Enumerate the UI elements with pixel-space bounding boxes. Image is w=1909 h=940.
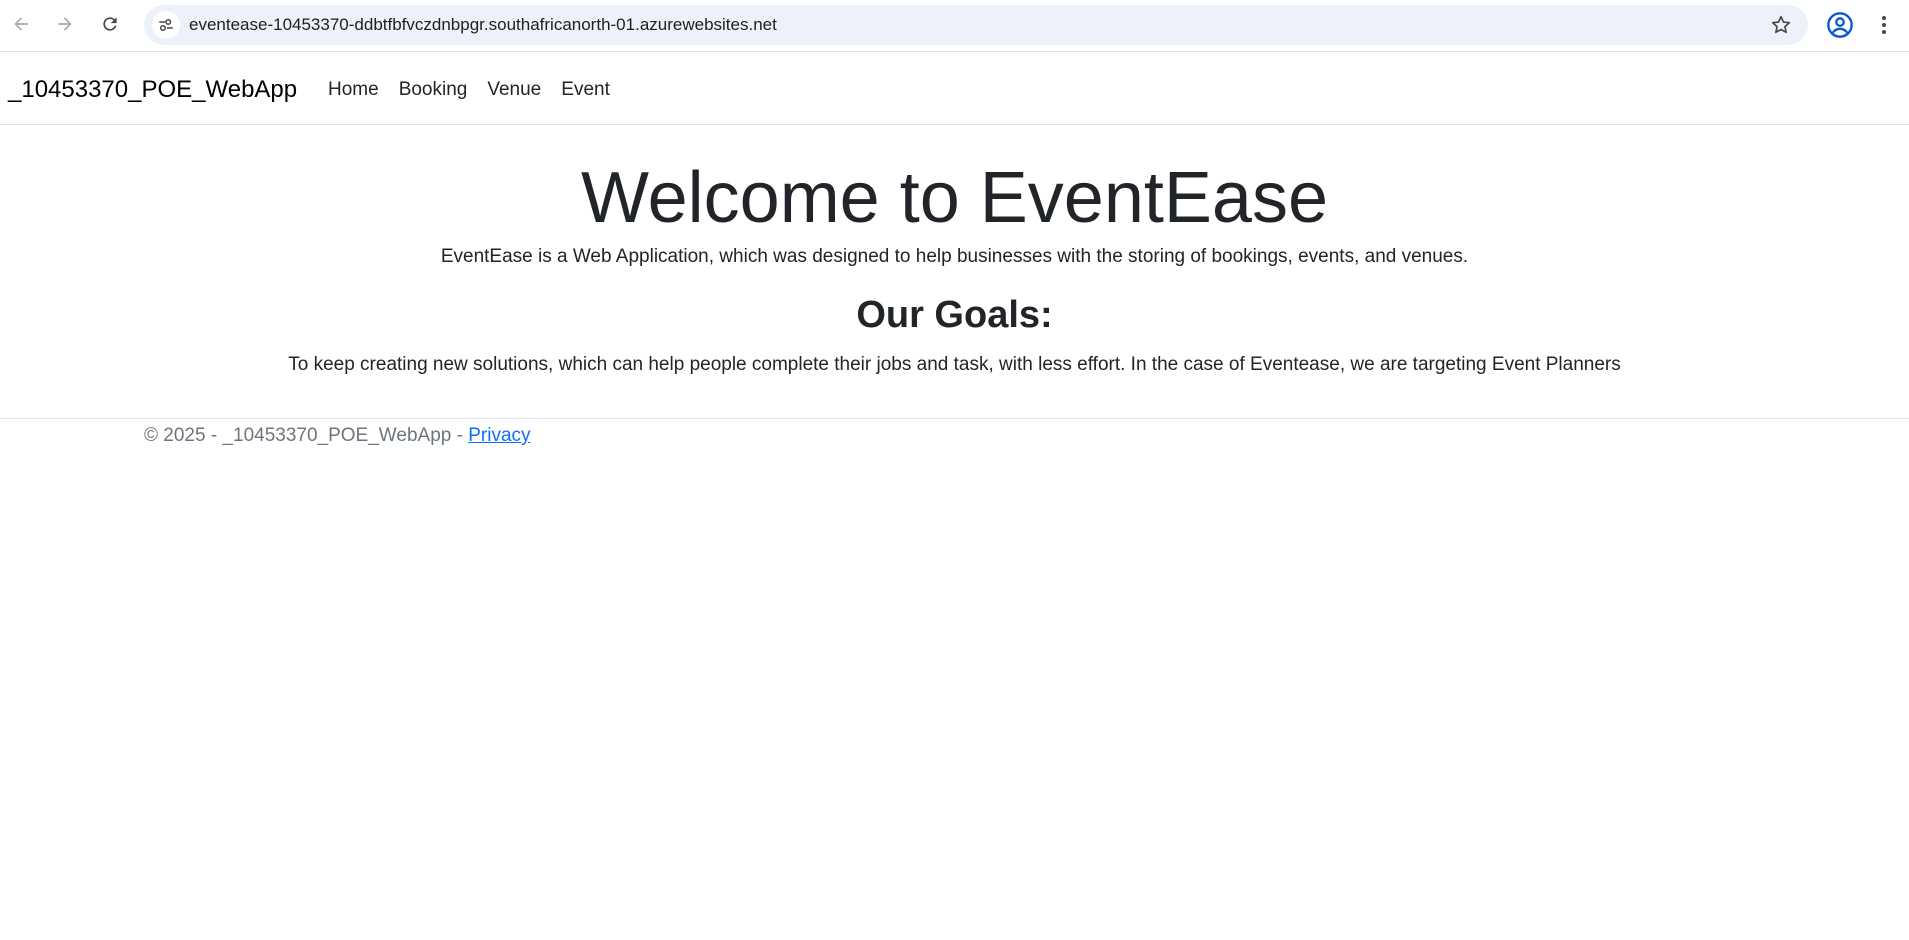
site-navbar: _10453370_POE_WebApp Home Booking Venue … [0, 53, 1909, 125]
reload-button[interactable] [94, 8, 126, 40]
profile-icon[interactable] [1826, 11, 1854, 39]
url-text[interactable]: eventease-10453370-ddbtfbfvczdnbpgr.sout… [189, 5, 777, 45]
forward-icon [58, 17, 72, 31]
footer: © 2025 - _10453370_POE_WebApp - Privacy [0, 418, 1909, 458]
back-icon [14, 17, 28, 31]
nav-links: Home Booking Venue Event [318, 53, 620, 125]
goals-paragraph: To keep creating new solutions, which ca… [288, 354, 1621, 375]
nav-link-home[interactable]: Home [318, 53, 389, 125]
footer-text: © 2025 - _10453370_POE_WebApp - Privacy [144, 423, 531, 449]
forward-button[interactable] [49, 8, 81, 40]
nav-link-venue[interactable]: Venue [477, 53, 551, 125]
nav-link-booking[interactable]: Booking [389, 53, 478, 125]
back-button[interactable] [5, 8, 37, 40]
brand-link[interactable]: _10453370_POE_WebApp [8, 53, 297, 125]
address-bar[interactable]: eventease-10453370-ddbtfbfvczdnbpgr.sout… [144, 5, 1808, 45]
nav-link-event[interactable]: Event [551, 53, 620, 125]
site-settings-icon[interactable] [152, 11, 180, 39]
bookmark-star-icon[interactable] [1770, 14, 1792, 36]
reload-icon [103, 17, 117, 31]
page-title: Welcome to EventEase [580, 158, 1329, 238]
menu-kebab-icon[interactable] [1874, 11, 1894, 39]
goals-heading: Our Goals: [856, 294, 1053, 336]
copyright-text: © 2025 - _10453370_POE_WebApp - [144, 425, 469, 446]
browser-toolbar: eventease-10453370-ddbtfbfvczdnbpgr.sout… [0, 0, 1909, 52]
intro-paragraph: EventEase is a Web Application, which wa… [440, 246, 1469, 267]
privacy-link[interactable]: Privacy [468, 425, 530, 446]
